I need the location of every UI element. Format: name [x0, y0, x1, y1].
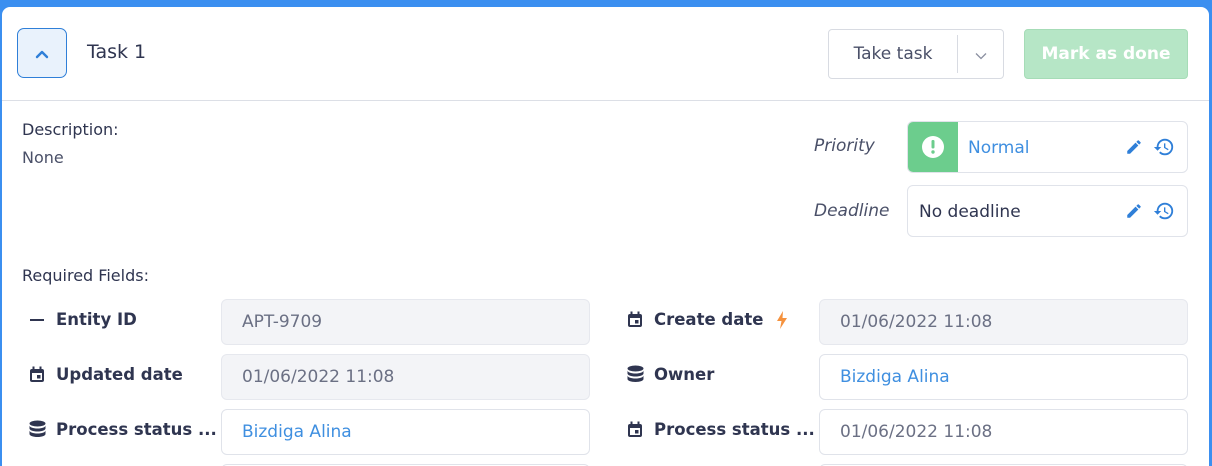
required-fields-label: Required Fields: [22, 266, 149, 285]
field-label-entity-id: Entity ID [28, 310, 137, 329]
owner-input[interactable]: Bizdiga Alina [819, 354, 1188, 400]
take-task-button[interactable]: Take task [829, 44, 957, 64]
dash-icon [28, 311, 46, 329]
edit-deadline-pencil-icon[interactable] [1123, 200, 1145, 222]
calendar-icon [28, 366, 46, 384]
deadline-field: No deadline [907, 185, 1188, 237]
deadline-label: Deadline [814, 201, 890, 221]
chevron-down-icon [975, 45, 987, 64]
field-label-text: Process status ... [654, 420, 815, 439]
field-label-updated-date: Updated date [28, 365, 183, 384]
field-label-create-date: Create date [626, 310, 791, 329]
priority-history-icon[interactable] [1153, 136, 1175, 158]
field-label-process-status: Process status ... [28, 420, 217, 439]
task-header: Task 1 Take task Mark as done [2, 7, 1209, 101]
take-task-dropdown[interactable] [958, 45, 1003, 64]
database-icon [626, 365, 644, 384]
field-label-text: Create date [654, 310, 764, 329]
chevron-up-icon [35, 44, 49, 63]
priority-actions [1123, 136, 1175, 158]
edit-priority-pencil-icon[interactable] [1123, 136, 1145, 158]
deadline-actions [1123, 200, 1175, 222]
field-label-process-status-date: Process status ... [626, 420, 815, 439]
calendar-icon [626, 311, 644, 329]
field-label-text: Owner [654, 365, 715, 384]
updated-date-input[interactable]: 01/06/2022 11:08 [221, 354, 590, 400]
lightning-icon [773, 310, 791, 329]
process-status-owner-input[interactable]: Bizdiga Alina [221, 409, 590, 455]
priority-field: Normal [907, 121, 1188, 173]
priority-indicator [908, 122, 958, 172]
collapse-button[interactable] [17, 28, 67, 78]
description-value: None [22, 148, 64, 167]
priority-label: Priority [814, 136, 875, 156]
mark-as-done-button[interactable]: Mark as done [1024, 29, 1188, 79]
task-card: Task 1 Take task Mark as done Descriptio… [2, 7, 1209, 466]
take-task-split-button: Take task [828, 29, 1004, 79]
field-label-text: Entity ID [56, 310, 137, 329]
database-icon [28, 420, 46, 439]
entity-id-input[interactable]: APT-9709 [221, 299, 590, 345]
field-label-text: Process status ... [56, 420, 217, 439]
priority-value: Normal [968, 138, 1030, 158]
deadline-history-icon[interactable] [1153, 200, 1175, 222]
exclamation-icon [922, 136, 944, 158]
field-label-text: Updated date [56, 365, 183, 384]
create-date-input[interactable]: 01/06/2022 11:08 [819, 299, 1188, 345]
field-label-owner: Owner [626, 365, 714, 384]
description-label: Description: [22, 120, 119, 139]
process-status-date-input[interactable]: 01/06/2022 11:08 [819, 409, 1188, 455]
calendar-icon [626, 421, 644, 439]
deadline-value: No deadline [919, 202, 1021, 222]
task-title: Task 1 [87, 41, 147, 63]
